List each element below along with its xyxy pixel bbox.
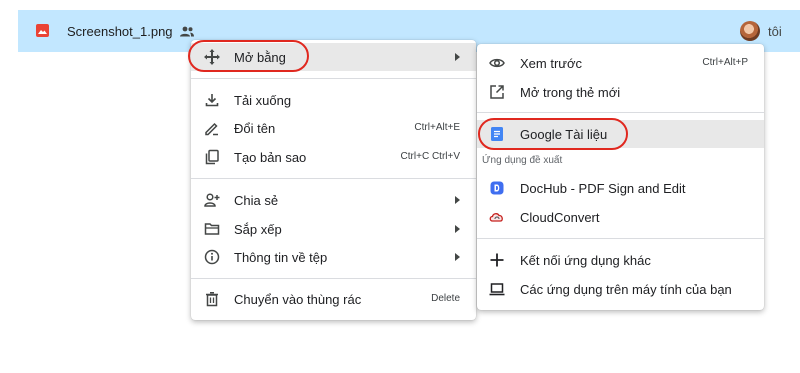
menu-divider (191, 278, 476, 279)
submenu-item-connect-more-apps[interactable]: Kết nối ứng dụng khác (477, 246, 764, 274)
menu-item-file-info[interactable]: Thông tin về tệp (191, 243, 476, 271)
menu-divider (477, 238, 764, 239)
menu-item-label: CloudConvert (520, 210, 600, 225)
menu-divider (191, 178, 476, 179)
eye-icon (489, 55, 505, 71)
open-new-tab-icon (489, 84, 505, 100)
menu-item-label: Tải xuống (234, 93, 292, 108)
menu-item-rename[interactable]: Đổi tên Ctrl+Alt+E (191, 114, 476, 142)
submenu-item-cloudconvert[interactable]: CloudConvert (477, 203, 764, 231)
menu-item-make-copy[interactable]: Tạo bản sao Ctrl+C Ctrl+V (191, 143, 476, 171)
submenu-item-preview[interactable]: Xem trước Ctrl+Alt+P (477, 49, 764, 77)
chevron-right-icon (455, 196, 460, 204)
highlight-ring-open-with (188, 40, 309, 72)
menu-item-label: Xem trước (520, 56, 583, 71)
shortcut-label: Ctrl+Alt+E (414, 122, 460, 133)
highlight-ring-google-docs (478, 118, 628, 150)
chevron-right-icon (455, 253, 460, 261)
image-file-icon (36, 24, 49, 37)
cloudconvert-icon (489, 209, 505, 225)
plus-icon (489, 252, 505, 268)
menu-divider (191, 78, 476, 79)
menu-item-organize[interactable]: Sắp xếp (191, 215, 476, 243)
menu-item-label: Kết nối ứng dụng khác (520, 253, 651, 268)
trash-icon (204, 291, 220, 307)
menu-item-label: Mở trong thẻ mới (520, 85, 621, 100)
shortcut-label: Ctrl+Alt+P (702, 57, 748, 68)
people-icon (180, 26, 194, 37)
menu-item-move-to-trash[interactable]: Chuyển vào thùng rác Delete (191, 285, 476, 313)
submenu-item-dochub[interactable]: DocHub - PDF Sign and Edit (477, 174, 764, 202)
shortcut-label: Ctrl+C Ctrl+V (400, 151, 460, 162)
info-icon (204, 249, 220, 265)
avatar[interactable] (740, 21, 760, 41)
open-with-submenu: Xem trước Ctrl+Alt+P Mở trong thẻ mới Go… (477, 44, 764, 310)
menu-item-label: DocHub - PDF Sign and Edit (520, 181, 686, 196)
menu-item-label: Chia sẻ (234, 193, 279, 208)
download-icon (204, 92, 220, 108)
owner-name: tôi (768, 24, 782, 39)
section-label: Ứng dụng đề xuất (482, 155, 563, 166)
chevron-right-icon (455, 53, 460, 61)
copy-icon (204, 149, 220, 165)
shortcut-label: Delete (431, 293, 460, 304)
menu-divider (477, 112, 764, 113)
dochub-icon (489, 180, 505, 196)
menu-item-download[interactable]: Tải xuống (191, 86, 476, 114)
add-person-icon (204, 192, 220, 208)
menu-item-share[interactable]: Chia sẻ (191, 186, 476, 214)
laptop-icon (489, 281, 505, 297)
submenu-item-desktop-apps[interactable]: Các ứng dụng trên máy tính của bạn (477, 275, 764, 303)
folder-icon (204, 221, 220, 237)
menu-item-label: Chuyển vào thùng rác (234, 292, 362, 307)
context-menu: Mở bằng Tải xuống Đổi tên Ctrl+Alt+E Tạo… (191, 40, 476, 320)
chevron-right-icon (455, 225, 460, 233)
rename-pen-icon (204, 120, 220, 136)
file-name[interactable]: Screenshot_1.png (67, 24, 173, 39)
menu-item-label: Thông tin về tệp (234, 250, 328, 265)
menu-item-label: Sắp xếp (234, 222, 282, 237)
menu-item-label: Đổi tên (234, 121, 276, 136)
submenu-item-open-new-tab[interactable]: Mở trong thẻ mới (477, 78, 764, 106)
menu-item-label: Tạo bản sao (234, 150, 307, 165)
menu-item-label: Các ứng dụng trên máy tính của bạn (520, 282, 732, 297)
